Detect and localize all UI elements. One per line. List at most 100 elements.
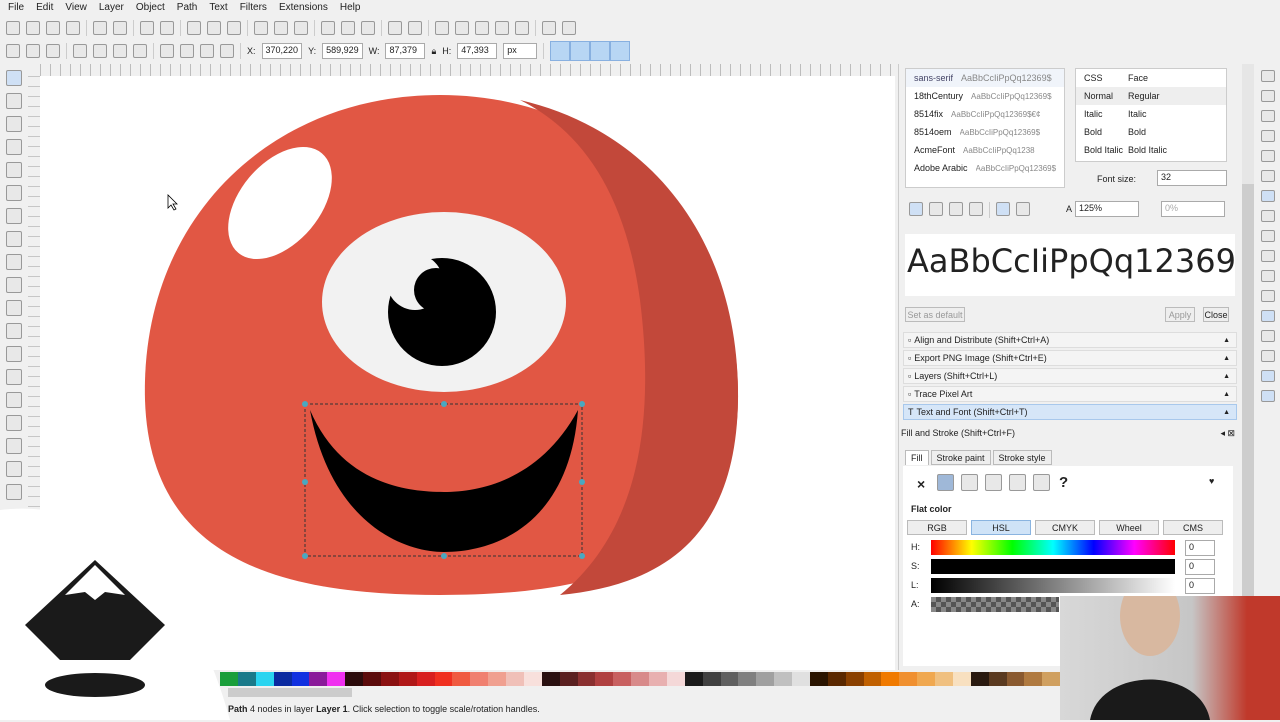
- menu-help[interactable]: Help: [340, 2, 361, 13]
- palette-swatch[interactable]: [792, 672, 810, 686]
- menu-extensions[interactable]: Extensions: [279, 2, 328, 13]
- align-left-icon[interactable]: [909, 202, 923, 216]
- palette-swatch[interactable]: [988, 672, 1007, 686]
- palette-swatch[interactable]: [523, 672, 542, 686]
- palette-swatch[interactable]: [506, 672, 524, 686]
- align-center-icon[interactable]: [929, 202, 943, 216]
- xml-editor-icon[interactable]: [495, 21, 509, 35]
- apply-button[interactable]: Apply: [1165, 307, 1195, 322]
- h-input[interactable]: 47,393: [457, 43, 498, 59]
- slider-value[interactable]: 0: [1185, 578, 1215, 594]
- horizontal-text-icon[interactable]: [996, 202, 1010, 216]
- palette-swatch[interactable]: [559, 672, 578, 686]
- font-item[interactable]: 8514fix AaBbCcIiPpQq12369$€¢: [906, 105, 1064, 123]
- align-icon[interactable]: [515, 21, 529, 35]
- zoom-selection-icon[interactable]: [254, 21, 268, 35]
- zoom-drawing-icon[interactable]: [274, 21, 288, 35]
- raise-top-icon[interactable]: [220, 44, 234, 58]
- raise-icon[interactable]: [200, 44, 214, 58]
- pencil-tool-icon[interactable]: [6, 300, 22, 316]
- snap-midpoint-icon[interactable]: [1260, 150, 1275, 162]
- font-item[interactable]: 18thCentury AaBbCcIiPpQq12369$: [906, 87, 1064, 105]
- selector-tool-icon[interactable]: [6, 70, 22, 86]
- mode-rgb[interactable]: RGB: [907, 520, 967, 535]
- menu-filters[interactable]: Filters: [240, 2, 267, 13]
- palette-swatch[interactable]: [327, 672, 346, 686]
- no-paint-icon[interactable]: ×: [917, 476, 925, 492]
- print-icon[interactable]: [66, 21, 80, 35]
- snap-bbox-edge-icon[interactable]: [1260, 110, 1275, 122]
- palette-swatch[interactable]: [666, 672, 685, 686]
- menu-edit[interactable]: Edit: [36, 2, 53, 13]
- snap-toggle-icon[interactable]: [1260, 70, 1275, 82]
- x-input[interactable]: 370,220: [261, 43, 303, 59]
- dock-section-header[interactable]: ▫ Trace Pixel Art ▲: [903, 386, 1237, 402]
- palette-swatch[interactable]: [416, 672, 435, 686]
- 3d-box-tool-icon[interactable]: [6, 208, 22, 224]
- face-item[interactable]: Italic Italic: [1076, 105, 1226, 123]
- tab-stroke-paint[interactable]: Stroke paint: [930, 450, 991, 465]
- palette-swatch[interactable]: [452, 672, 471, 686]
- palette-swatch[interactable]: [720, 672, 739, 686]
- linear-gradient-icon[interactable]: [961, 474, 978, 491]
- menu-text[interactable]: Text: [209, 2, 227, 13]
- snap-guide-icon[interactable]: [1260, 390, 1275, 402]
- palette-swatch[interactable]: [952, 672, 971, 686]
- palette-swatch[interactable]: [363, 672, 381, 686]
- group-icon[interactable]: [388, 21, 402, 35]
- collapse-icon[interactable]: ▲: [1223, 373, 1230, 380]
- slider-value[interactable]: 0: [1185, 540, 1215, 556]
- flip-vertical-icon[interactable]: [133, 44, 147, 58]
- snap-corner-icon[interactable]: [1260, 130, 1275, 142]
- mesh-icon[interactable]: [1009, 474, 1026, 491]
- document-properties-icon[interactable]: [562, 21, 576, 35]
- palette-swatch[interactable]: [631, 672, 649, 686]
- new-icon[interactable]: [6, 21, 20, 35]
- mode-cms[interactable]: CMS: [1163, 520, 1223, 535]
- snap-bbox-icon[interactable]: [1260, 90, 1275, 102]
- y-input[interactable]: 589,929: [322, 43, 363, 59]
- close-button[interactable]: Close: [1203, 307, 1229, 322]
- face-item[interactable]: Normal Regular: [1076, 87, 1226, 105]
- palette-swatch[interactable]: [774, 672, 792, 686]
- spray-tool-icon[interactable]: [6, 392, 22, 408]
- palette-swatch[interactable]: [309, 672, 328, 686]
- slider-a[interactable]: [931, 597, 1059, 612]
- palette-swatch[interactable]: [595, 672, 614, 686]
- menu-file[interactable]: File: [8, 2, 24, 13]
- rotate-cw-icon[interactable]: [93, 44, 107, 58]
- set-default-button[interactable]: Set as default: [905, 307, 965, 322]
- scale-stroke-toggle[interactable]: [550, 41, 571, 61]
- rectangle-tool-icon[interactable]: [6, 185, 22, 201]
- letter-spacing-select[interactable]: 0%: [1161, 201, 1225, 217]
- star-tool-icon[interactable]: [6, 254, 22, 270]
- tab-fill[interactable]: Fill: [905, 450, 929, 465]
- palette-swatch[interactable]: [756, 672, 775, 686]
- snap-path-icon[interactable]: [1260, 210, 1275, 222]
- lower-icon[interactable]: [180, 44, 194, 58]
- flat-color-icon[interactable]: [937, 474, 954, 491]
- palette-swatch[interactable]: [917, 672, 935, 686]
- zoom-page-icon[interactable]: [294, 21, 308, 35]
- slider-value[interactable]: 0: [1185, 559, 1215, 575]
- mode-wheel[interactable]: Wheel: [1099, 520, 1159, 535]
- preferences-icon[interactable]: [542, 21, 556, 35]
- unit-select[interactable]: px: [503, 43, 538, 59]
- w-input[interactable]: 87,379: [385, 43, 426, 59]
- dropper-tool-icon[interactable]: [6, 484, 22, 500]
- align-right-icon[interactable]: [949, 202, 963, 216]
- face-item[interactable]: Bold Bold: [1076, 123, 1226, 141]
- scale-corners-toggle[interactable]: [570, 41, 591, 61]
- face-item[interactable]: Bold Italic Bold Italic: [1076, 141, 1226, 159]
- select-all-icon[interactable]: [6, 44, 20, 58]
- palette-swatch[interactable]: [1042, 672, 1061, 686]
- palette-swatch[interactable]: [809, 672, 828, 686]
- snap-nodes-icon[interactable]: [1260, 190, 1275, 202]
- close-panel-icon[interactable]: ◂ ⊠: [1220, 428, 1235, 439]
- tweak-tool-icon[interactable]: [6, 116, 22, 132]
- palette-swatch[interactable]: [1006, 672, 1025, 686]
- rotate-ccw-icon[interactable]: [73, 44, 87, 58]
- font-item[interactable]: AcmeFont AaBbCcIiPpQq1238: [906, 141, 1064, 159]
- palette-swatch[interactable]: [380, 672, 399, 686]
- mode-cmyk[interactable]: CMYK: [1035, 520, 1095, 535]
